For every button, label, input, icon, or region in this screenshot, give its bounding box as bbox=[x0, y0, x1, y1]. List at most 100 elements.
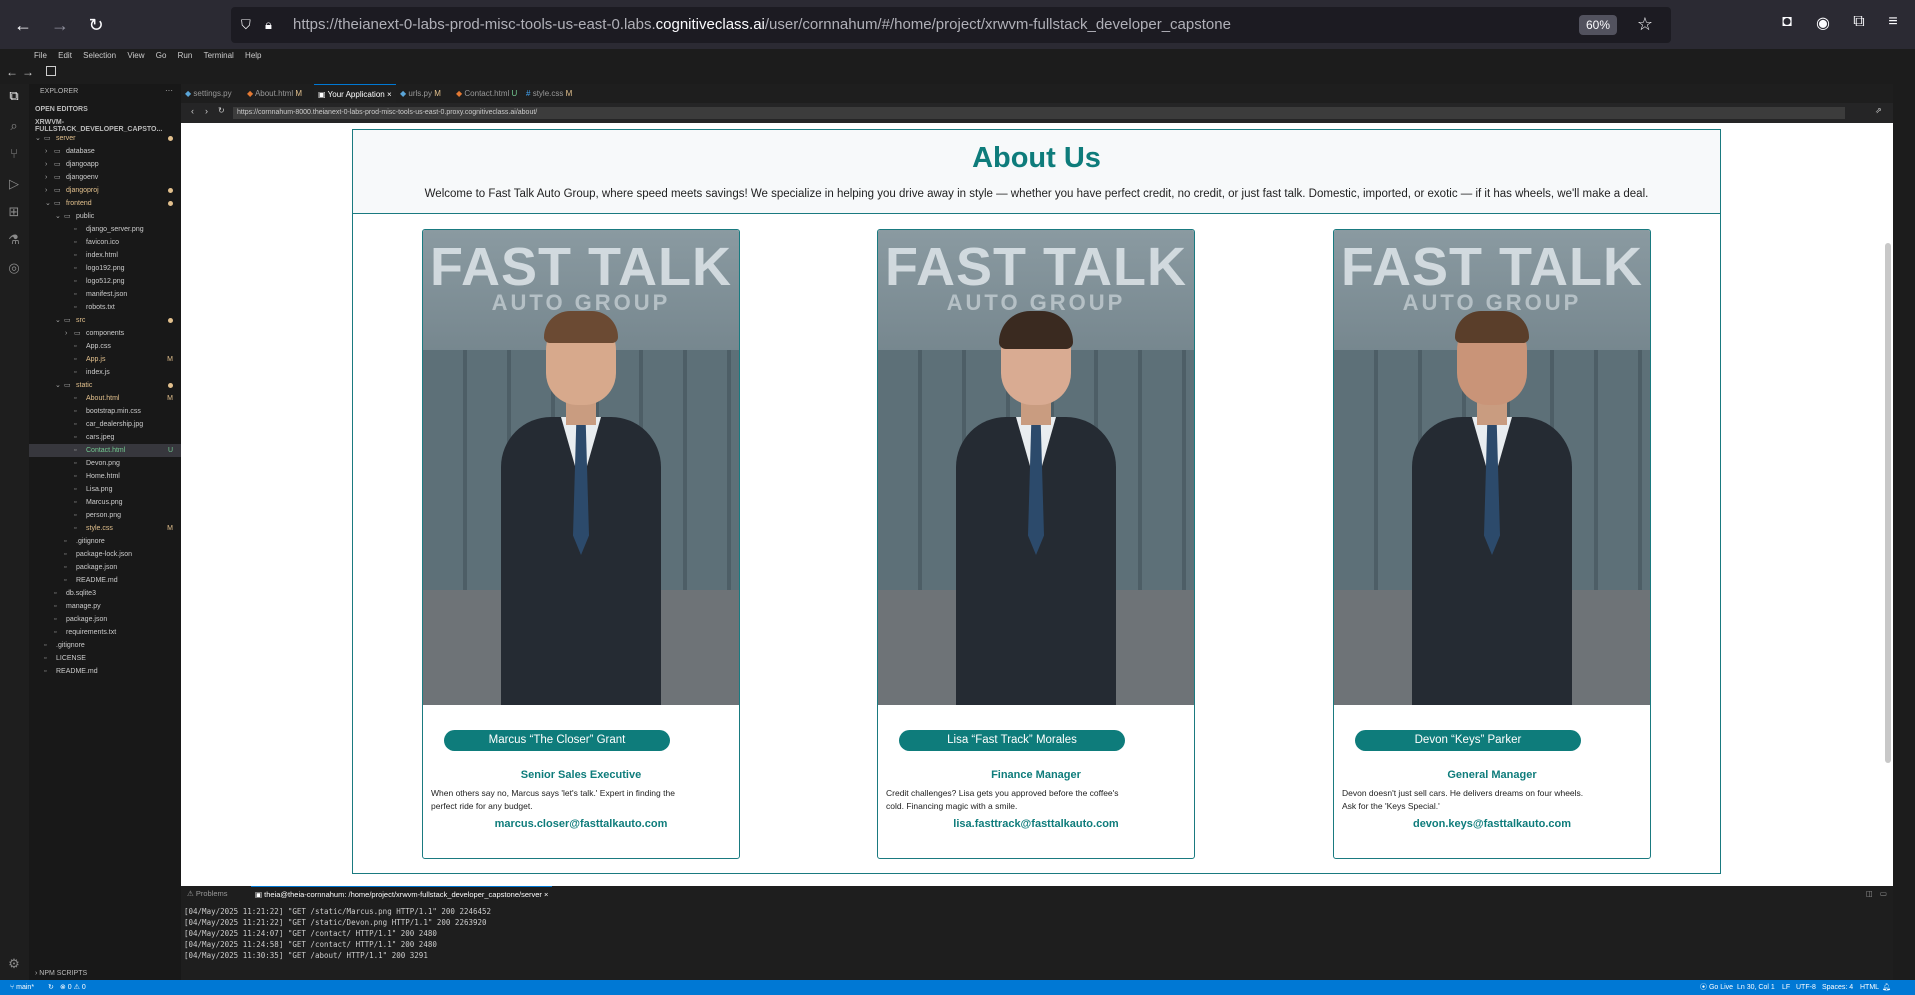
member-email[interactable]: lisa.fasttrack@fasttalkauto.com bbox=[878, 818, 1194, 830]
preview-reload-icon[interactable]: ↻ bbox=[218, 106, 225, 115]
terminal-output[interactable]: [04/May/2025 11:21:22] "GET /static/Marc… bbox=[184, 906, 491, 961]
reload-icon[interactable]: ↻ bbox=[84, 13, 108, 37]
source-control-icon[interactable]: ⑂ bbox=[6, 146, 22, 162]
tree-file[interactable]: ▫ README.md bbox=[29, 574, 181, 587]
tree-file[interactable]: ▫ Devon.png bbox=[29, 457, 181, 470]
language-status[interactable]: HTML bbox=[1860, 980, 1879, 995]
shield-icon[interactable]: ⛉ bbox=[241, 17, 255, 33]
member-email[interactable]: devon.keys@fasttalkauto.com bbox=[1334, 818, 1650, 830]
tree-file[interactable]: ▫ About.html M bbox=[29, 392, 181, 405]
tree-file[interactable]: ▫ LICENSE bbox=[29, 652, 181, 665]
tree-file[interactable]: ▫ db.sqlite3 bbox=[29, 587, 181, 600]
preview-back-icon[interactable]: ‹ bbox=[191, 106, 194, 116]
encoding-status[interactable]: UTF-8 bbox=[1796, 980, 1816, 995]
chevron-icon[interactable]: ⌄ bbox=[45, 197, 51, 210]
go-live-button[interactable]: ⦿ Go Live bbox=[1700, 980, 1733, 995]
tree-folder[interactable]: › ▭ database bbox=[29, 145, 181, 158]
tab-settings-py[interactable]: ◆ settings.py bbox=[185, 84, 243, 103]
remote-icon[interactable]: ◎ bbox=[6, 260, 22, 276]
tree-folder[interactable]: › ▭ djangoapp bbox=[29, 158, 181, 171]
tree-folder[interactable]: ⌄ ▭ server bbox=[29, 132, 181, 145]
zoom-level[interactable]: 60% bbox=[1578, 15, 1617, 35]
menu-help[interactable]: Help bbox=[245, 49, 261, 63]
back-arrow-icon[interactable]: ← bbox=[6, 65, 18, 79]
tree-folder[interactable]: ⌄ ▭ static bbox=[29, 379, 181, 392]
chevron-icon[interactable]: › bbox=[65, 327, 67, 340]
open-external-icon[interactable]: ⇗ bbox=[1875, 106, 1882, 115]
indent-status[interactable]: Spaces: 4 bbox=[1822, 980, 1853, 995]
maximize-panel-icon[interactable]: ◫ bbox=[1866, 889, 1873, 898]
search-icon[interactable]: ⌕ bbox=[6, 118, 22, 134]
debug-icon[interactable]: ▷ bbox=[6, 176, 22, 192]
chevron-icon[interactable]: › bbox=[45, 184, 47, 197]
menu-run[interactable]: Run bbox=[178, 49, 193, 63]
settings-gear-icon[interactable]: ⚙ bbox=[6, 956, 22, 972]
member-name-button[interactable]: Lisa “Fast Track” Morales bbox=[899, 730, 1125, 751]
project-root-section[interactable]: XRWVM-FULLSTACK_DEVELOPER_CAPSTO... bbox=[35, 119, 181, 133]
menu-edit[interactable]: Edit bbox=[58, 49, 72, 63]
menu-terminal[interactable]: Terminal bbox=[204, 49, 234, 63]
npm-scripts-section[interactable]: › NPM SCRIPTS bbox=[29, 968, 181, 980]
tree-file[interactable]: ▫ favicon.ico bbox=[29, 236, 181, 249]
preview-url-input[interactable]: https://cornnahum-8000.theianext-0-labs-… bbox=[233, 107, 1845, 119]
explorer-icon[interactable]: ⧉ bbox=[6, 88, 22, 104]
tab-contact-html[interactable]: ◆ Contact.html U bbox=[456, 84, 522, 103]
member-name-button[interactable]: Marcus “The Closer” Grant bbox=[444, 730, 670, 751]
tree-file[interactable]: ▫ logo512.png bbox=[29, 275, 181, 288]
test-icon[interactable]: ⚗ bbox=[6, 232, 22, 248]
tree-folder[interactable]: › ▭ djangoenv bbox=[29, 171, 181, 184]
menu-view[interactable]: View bbox=[127, 49, 144, 63]
account-icon[interactable]: ◉ bbox=[1812, 13, 1834, 33]
tree-file[interactable]: ▫ README.md bbox=[29, 665, 181, 678]
tab-your-application[interactable]: ▣ Your Application × bbox=[314, 84, 396, 103]
menu-selection[interactable]: Selection bbox=[83, 49, 116, 63]
close-terminal-icon[interactable]: × bbox=[544, 890, 548, 899]
tree-file[interactable]: ▫ Marcus.png bbox=[29, 496, 181, 509]
menu-icon[interactable]: ≡ bbox=[1882, 13, 1904, 31]
close-panel-icon[interactable]: ▭ bbox=[1880, 889, 1887, 898]
tab-terminal[interactable]: ▣ theia@theia-cornnahum: /home/project/x… bbox=[251, 886, 553, 902]
tree-file[interactable]: ▫ .gitignore bbox=[29, 535, 181, 548]
chevron-icon[interactable]: › bbox=[45, 145, 47, 158]
tab-about-html[interactable]: ◆ About.html M bbox=[247, 84, 311, 103]
tab-urls-py[interactable]: ◆ urls.py M bbox=[400, 84, 452, 103]
tree-folder[interactable]: › ▭ djangoproj bbox=[29, 184, 181, 197]
notifications-icon[interactable]: 🔔︎ bbox=[1882, 980, 1891, 995]
tree-file[interactable]: ▫ package-lock.json bbox=[29, 548, 181, 561]
address-bar[interactable]: ⛉ 🔒︎ https://theianext-0-labs-prod-misc-… bbox=[231, 7, 1671, 43]
tree-file[interactable]: ▫ package.json bbox=[29, 561, 181, 574]
chevron-icon[interactable]: ⌄ bbox=[55, 314, 61, 327]
tree-file[interactable]: ▫ manifest.json bbox=[29, 288, 181, 301]
chevron-icon[interactable]: ⌄ bbox=[55, 210, 61, 223]
chevron-icon[interactable]: › bbox=[45, 158, 47, 171]
tree-file[interactable]: ▫ cars.jpeg bbox=[29, 431, 181, 444]
back-icon[interactable]: ← bbox=[11, 13, 35, 37]
tree-file[interactable]: ▫ index.js bbox=[29, 366, 181, 379]
tree-file[interactable]: ▫ index.html bbox=[29, 249, 181, 262]
tree-file[interactable]: ▫ Home.html bbox=[29, 470, 181, 483]
chevron-icon[interactable]: ⌄ bbox=[35, 132, 41, 145]
chevron-icon[interactable]: ⌄ bbox=[55, 379, 61, 392]
sync-icon[interactable]: ↻ bbox=[48, 980, 54, 995]
tab-style-css[interactable]: # style.css M bbox=[526, 84, 582, 103]
tree-file[interactable]: ▫ Contact.html U bbox=[29, 444, 181, 457]
tree-file[interactable]: ▫ App.css bbox=[29, 340, 181, 353]
forward-arrow-icon[interactable]: → bbox=[22, 65, 34, 79]
tree-file[interactable]: ▫ django_server.png bbox=[29, 223, 181, 236]
scrollbar[interactable] bbox=[1885, 243, 1891, 763]
eol-status[interactable]: LF bbox=[1782, 980, 1790, 995]
tree-folder[interactable]: › ▭ components bbox=[29, 327, 181, 340]
branch-status[interactable]: ⑂ main* bbox=[10, 980, 34, 995]
tab-problems[interactable]: ⚠ Problems bbox=[187, 889, 228, 898]
close-tab-icon[interactable]: × bbox=[387, 90, 392, 99]
tree-file[interactable]: ▫ manage.py bbox=[29, 600, 181, 613]
tree-file[interactable]: ▫ style.css M bbox=[29, 522, 181, 535]
tree-folder[interactable]: ⌄ ▭ src bbox=[29, 314, 181, 327]
menu-file[interactable]: File bbox=[34, 49, 47, 63]
member-name-button[interactable]: Devon “Keys” Parker bbox=[1355, 730, 1581, 751]
tree-folder[interactable]: ⌄ ▭ public bbox=[29, 210, 181, 223]
extensions-icon[interactable]: ⧉ bbox=[1848, 13, 1870, 31]
tree-file[interactable]: ▫ requirements.txt bbox=[29, 626, 181, 639]
tree-file[interactable]: ▫ .gitignore bbox=[29, 639, 181, 652]
forward-icon[interactable]: → bbox=[48, 13, 72, 37]
